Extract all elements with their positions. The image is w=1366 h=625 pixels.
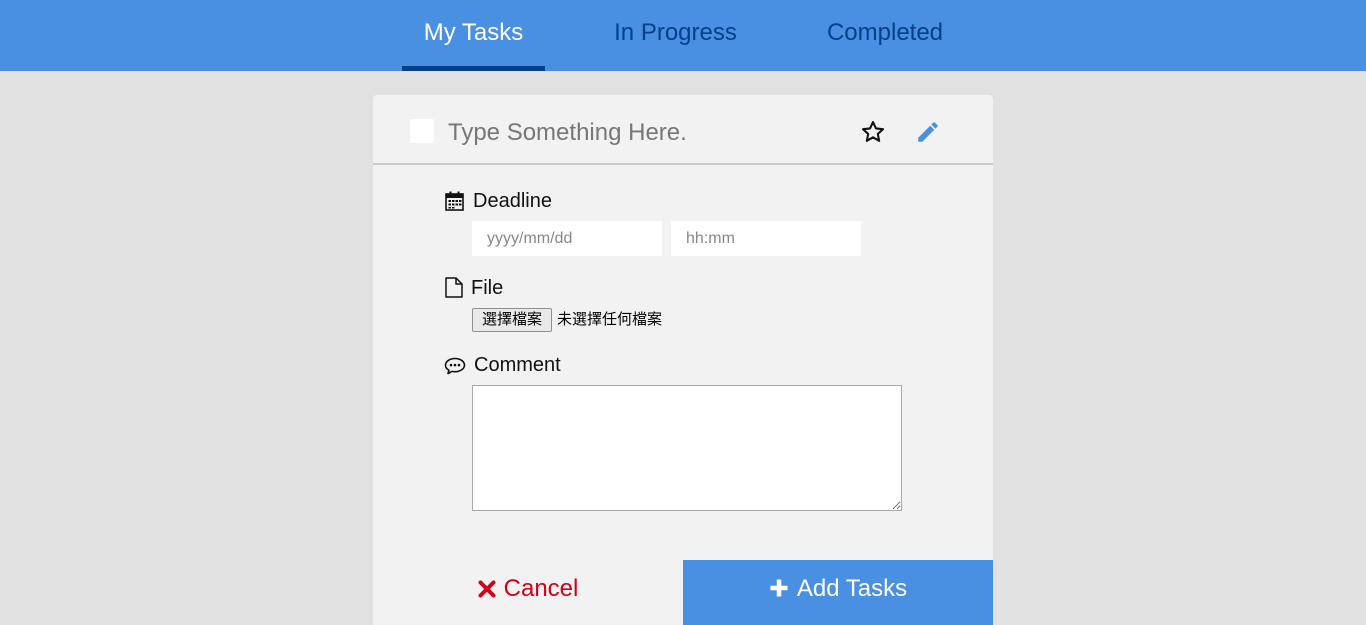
deadline-date-input[interactable] [472, 221, 662, 256]
comment-label: Comment [474, 354, 561, 376]
cancel-label: Cancel [503, 575, 579, 602]
comment-textarea[interactable] [472, 385, 902, 511]
file-icon [445, 277, 463, 303]
tab-my-tasks[interactable]: My Tasks [402, 0, 545, 71]
pencil-icon[interactable] [915, 119, 941, 145]
file-status-text: 未選擇任何檔案 [557, 311, 663, 328]
add-tasks-button[interactable]: Add Tasks [683, 560, 993, 625]
tab-completed[interactable]: Completed [806, 0, 964, 71]
deadline-time-input[interactable] [671, 221, 861, 256]
close-icon [478, 580, 496, 598]
add-tasks-label: Add Tasks [796, 575, 908, 602]
choose-file-button[interactable]: 選擇檔案 [472, 308, 552, 332]
task-checkbox[interactable] [410, 119, 434, 143]
cancel-button[interactable]: Cancel [373, 560, 683, 625]
star-icon[interactable] [860, 119, 886, 145]
deadline-label: Deadline [473, 190, 552, 212]
comment-icon [444, 357, 466, 380]
tab-in-progress[interactable]: In Progress [595, 0, 756, 71]
task-header [373, 95, 993, 165]
task-title-input[interactable] [448, 115, 808, 151]
plus-icon [770, 579, 788, 597]
task-card: Deadline File 選擇檔案 未選擇任何檔案 Comment Cance… [373, 95, 993, 625]
file-label: File [471, 277, 504, 299]
calendar-icon [445, 191, 464, 216]
top-nav: My Tasks In Progress Completed [0, 0, 1366, 71]
